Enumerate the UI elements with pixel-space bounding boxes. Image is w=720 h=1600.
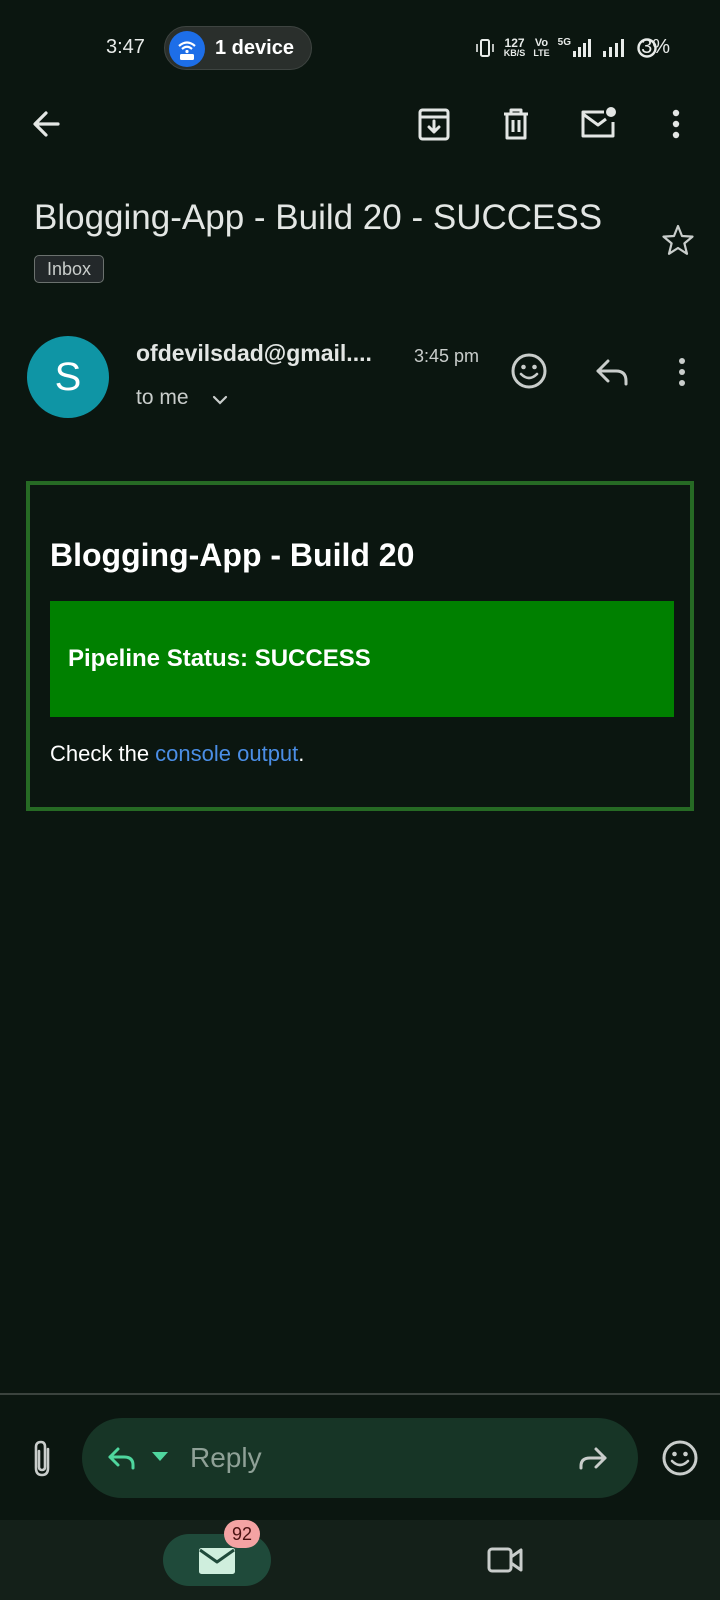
message-more-button[interactable] — [664, 350, 700, 394]
archive-button[interactable] — [410, 100, 458, 148]
battery-percent: 3% — [641, 36, 670, 58]
volte-bottom: LTE — [533, 48, 550, 58]
reply-icon — [108, 1447, 135, 1470]
console-output-link[interactable]: console output — [155, 741, 298, 766]
net-speed-unit: KB/S — [503, 48, 526, 58]
meet-tab[interactable] — [486, 1544, 524, 1576]
device-count-label: 1 device — [215, 37, 294, 59]
signal-bars-icon-2 — [603, 39, 624, 57]
paperclip-icon — [34, 1440, 50, 1477]
archive-icon — [418, 108, 450, 141]
emoji-icon — [662, 1440, 698, 1476]
more-options-button[interactable] — [652, 100, 700, 148]
network-type: 5G — [557, 37, 571, 48]
star-icon — [662, 224, 694, 255]
more-vertical-icon — [679, 358, 685, 386]
vibrate-icon — [475, 39, 494, 57]
attach-button[interactable] — [24, 1437, 60, 1481]
recipient-label[interactable]: to me — [136, 386, 189, 410]
delete-button[interactable] — [492, 100, 540, 148]
label-chip-inbox[interactable]: Inbox — [34, 255, 105, 283]
add-reaction-button[interactable] — [508, 350, 550, 392]
mark-unread-button[interactable] — [574, 100, 622, 148]
email-body-card: Blogging-App - Build 20 Pipeline Status:… — [26, 481, 694, 811]
reply-emoji-button[interactable] — [660, 1438, 700, 1478]
more-vertical-icon — [672, 109, 680, 139]
check-suffix: . — [298, 741, 305, 766]
check-prefix: Check the — [50, 741, 156, 766]
reply-icon — [596, 359, 628, 386]
chevron-down-icon — [212, 395, 228, 405]
connected-devices-pill[interactable]: 1 device — [164, 26, 312, 70]
mail-icon — [199, 1548, 235, 1574]
wifi-router-icon — [169, 31, 205, 67]
pipeline-status-banner: Pipeline Status: SUCCESS — [50, 601, 674, 717]
reply-options-dropdown-icon[interactable] — [150, 1450, 170, 1464]
sender-address[interactable]: ofdevilsdad@gmail.... — [136, 340, 372, 367]
bottom-navigation: 92 — [0, 1520, 720, 1600]
email-heading: Blogging-App - Build 20 — [50, 537, 415, 573]
pipeline-status-text: Pipeline Status: SUCCESS — [68, 645, 371, 672]
signal-bars-icon — [573, 39, 591, 57]
reply-field[interactable]: Reply — [82, 1418, 638, 1498]
arrow-left-icon — [33, 111, 60, 137]
emoji-icon — [511, 353, 547, 389]
message-time: 3:45 pm — [414, 346, 480, 366]
divider — [0, 1393, 720, 1395]
sender-avatar[interactable]: S — [27, 336, 109, 418]
console-output-line: Check the console output. — [50, 741, 304, 767]
trash-icon — [504, 108, 528, 140]
unread-count-badge: 92 — [224, 1520, 260, 1548]
volte-indicator: Vo LTE — [533, 38, 549, 58]
star-button[interactable] — [660, 222, 696, 258]
video-camera-icon — [487, 1547, 523, 1573]
reply-placeholder: Reply — [190, 1442, 262, 1473]
status-indicators: 127 KB/S Vo LTE 5G — [474, 36, 658, 60]
net-speed: 127 KB/S — [503, 37, 526, 58]
signal-5g: 5G — [558, 38, 594, 58]
forward-icon[interactable] — [574, 1440, 612, 1476]
back-button[interactable] — [22, 100, 70, 148]
status-time: 3:47 — [106, 36, 145, 58]
email-subject: Blogging-App - Build 20 - SUCCESS — [34, 198, 603, 237]
reply-button[interactable] — [590, 350, 634, 394]
mark-unread-icon — [581, 107, 616, 138]
recipient-details-toggle[interactable] — [210, 390, 230, 410]
